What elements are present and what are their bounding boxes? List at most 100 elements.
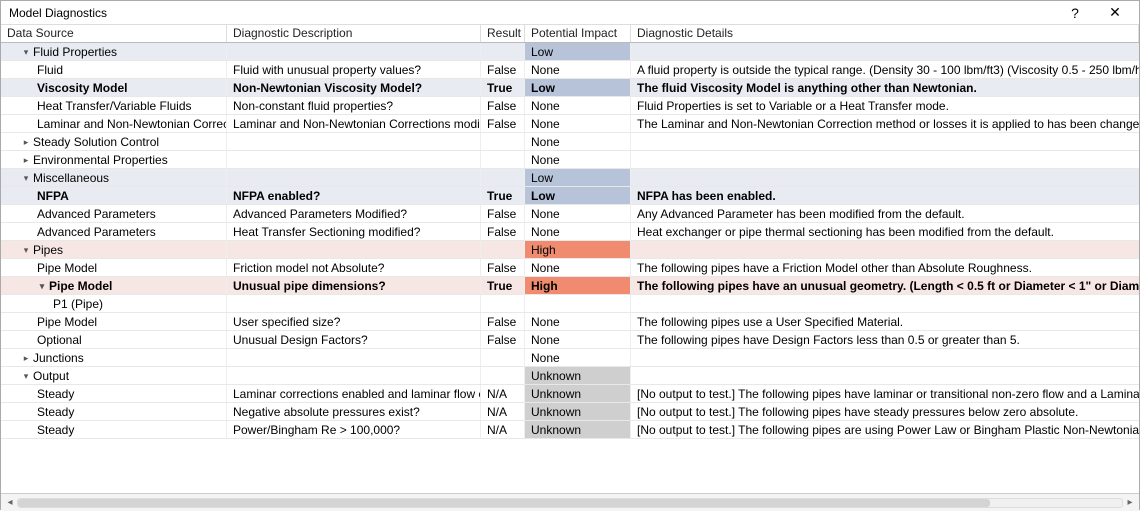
cell-details: Any Advanced Parameter has been modified…: [631, 205, 1139, 222]
table-row[interactable]: ▸Junctions None: [1, 349, 1139, 367]
cell-description: [227, 169, 481, 186]
cell-result: [481, 241, 525, 258]
cell-description: Non-constant fluid properties?: [227, 97, 481, 114]
cell-result: True: [481, 79, 525, 96]
scroll-right-icon[interactable]: ▸: [1123, 497, 1137, 508]
horizontal-scrollbar[interactable]: ◂ ▸: [1, 493, 1139, 511]
cell-source[interactable]: Pipe Model: [1, 313, 227, 330]
chevron-down-icon[interactable]: ▾: [21, 367, 31, 384]
source-label: Advanced Parameters: [37, 205, 156, 222]
cell-details: [631, 151, 1139, 168]
cell-source[interactable]: ▾Pipe Model: [1, 277, 227, 294]
source-label: Optional: [37, 331, 82, 348]
cell-source[interactable]: Advanced Parameters: [1, 205, 227, 222]
table-row[interactable]: ▾Fluid PropertiesLow: [1, 43, 1139, 61]
header-source[interactable]: Data Source: [1, 25, 227, 42]
cell-source[interactable]: Steady: [1, 403, 227, 420]
header-desc[interactable]: Diagnostic Description: [227, 25, 481, 42]
cell-source[interactable]: Viscosity Model: [1, 79, 227, 96]
cell-source[interactable]: P1 (Pipe): [1, 295, 227, 312]
table-row[interactable]: Laminar and Non-Newtonian CorrectionsLam…: [1, 115, 1139, 133]
cell-impact: None: [525, 349, 631, 366]
cell-description: Fluid with unusual property values?: [227, 61, 481, 78]
cell-description: [227, 151, 481, 168]
cell-source[interactable]: Laminar and Non-Newtonian Corrections: [1, 115, 227, 132]
cell-source[interactable]: ▾Miscellaneous: [1, 169, 227, 186]
cell-impact: Low: [525, 187, 631, 204]
table-row[interactable]: Pipe ModelFriction model not Absolute?Fa…: [1, 259, 1139, 277]
table-row[interactable]: ▸Steady Solution ControlNone: [1, 133, 1139, 151]
table-row[interactable]: NFPANFPA enabled?TrueLowNFPA has been en…: [1, 187, 1139, 205]
chevron-down-icon[interactable]: ▾: [21, 169, 31, 186]
table-row[interactable]: ▾MiscellaneousLow: [1, 169, 1139, 187]
source-label: Steady: [37, 421, 74, 438]
table-row[interactable]: Viscosity ModelNon-Newtonian Viscosity M…: [1, 79, 1139, 97]
scroll-thumb[interactable]: [18, 499, 990, 507]
cell-result: N/A: [481, 385, 525, 402]
source-label: Laminar and Non-Newtonian Corrections: [37, 115, 227, 132]
table-row[interactable]: ▾PipesHigh: [1, 241, 1139, 259]
close-icon[interactable]: ✕: [1095, 2, 1135, 24]
header-result[interactable]: Result: [481, 25, 525, 42]
cell-impact: None: [525, 331, 631, 348]
help-icon[interactable]: ?: [1055, 2, 1095, 24]
scroll-track[interactable]: [17, 498, 1123, 508]
table-row[interactable]: SteadyPower/Bingham Re > 100,000?N/AUnkn…: [1, 421, 1139, 439]
table-row[interactable]: Heat Transfer/Variable FluidsNon-constan…: [1, 97, 1139, 115]
table-row[interactable]: Pipe ModelUser specified size?FalseNoneT…: [1, 313, 1139, 331]
table-row[interactable]: SteadyLaminar corrections enabled and la…: [1, 385, 1139, 403]
source-label: Steady Solution Control: [33, 133, 159, 150]
cell-source[interactable]: ▾Output: [1, 367, 227, 384]
cell-impact: None: [525, 205, 631, 222]
table-row[interactable]: P1 (Pipe): [1, 295, 1139, 313]
cell-impact: Unknown: [525, 367, 631, 384]
chevron-right-icon[interactable]: ▸: [21, 151, 31, 168]
cell-source[interactable]: Advanced Parameters: [1, 223, 227, 240]
chevron-right-icon[interactable]: ▸: [21, 133, 31, 150]
scroll-left-icon[interactable]: ◂: [3, 497, 17, 508]
cell-source[interactable]: ▾Fluid Properties: [1, 43, 227, 60]
cell-details: [631, 43, 1139, 60]
source-label: Pipe Model: [37, 313, 97, 330]
table-row[interactable]: SteadyNegative absolute pressures exist?…: [1, 403, 1139, 421]
chevron-down-icon[interactable]: ▾: [21, 43, 31, 60]
cell-source[interactable]: Steady: [1, 421, 227, 438]
cell-impact: [525, 295, 631, 312]
table-row[interactable]: ▸Environmental PropertiesNone: [1, 151, 1139, 169]
grid-body[interactable]: ▾Fluid PropertiesLowFluidFluid with unus…: [1, 43, 1139, 493]
table-row[interactable]: Advanced ParametersAdvanced Parameters M…: [1, 205, 1139, 223]
cell-details: Fluid Properties is set to Variable or a…: [631, 97, 1139, 114]
cell-source[interactable]: ▸Junctions: [1, 349, 227, 366]
header-details[interactable]: Diagnostic Details: [631, 25, 1139, 42]
cell-result: [481, 169, 525, 186]
cell-source[interactable]: Heat Transfer/Variable Fluids: [1, 97, 227, 114]
cell-description: NFPA enabled?: [227, 187, 481, 204]
chevron-down-icon[interactable]: ▾: [37, 277, 47, 294]
cell-source[interactable]: ▸Steady Solution Control: [1, 133, 227, 150]
cell-source[interactable]: NFPA: [1, 187, 227, 204]
table-row[interactable]: OptionalUnusual Design Factors?FalseNone…: [1, 331, 1139, 349]
cell-source[interactable]: Pipe Model: [1, 259, 227, 276]
cell-source[interactable]: ▾Pipes: [1, 241, 227, 258]
cell-source[interactable]: Steady: [1, 385, 227, 402]
table-row[interactable]: ▾Output Unknown: [1, 367, 1139, 385]
cell-result: [481, 151, 525, 168]
cell-source[interactable]: Optional: [1, 331, 227, 348]
cell-details: [631, 295, 1139, 312]
source-label: Pipe Model: [37, 259, 97, 276]
chevron-down-icon[interactable]: ▾: [21, 241, 31, 258]
cell-description: Unusual pipe dimensions?: [227, 277, 481, 294]
table-row[interactable]: FluidFluid with unusual property values?…: [1, 61, 1139, 79]
cell-details: [No output to test.] The following pipes…: [631, 403, 1139, 420]
header-impact[interactable]: Potential Impact: [525, 25, 631, 42]
cell-source[interactable]: ▸Environmental Properties: [1, 151, 227, 168]
cell-source[interactable]: Fluid: [1, 61, 227, 78]
source-label: Pipe Model: [49, 277, 112, 294]
cell-result: False: [481, 313, 525, 330]
table-row[interactable]: Advanced ParametersHeat Transfer Section…: [1, 223, 1139, 241]
table-row[interactable]: ▾Pipe ModelUnusual pipe dimensions?TrueH…: [1, 277, 1139, 295]
chevron-right-icon[interactable]: ▸: [21, 349, 31, 366]
source-label: Environmental Properties: [33, 151, 168, 168]
source-label: Steady: [37, 403, 74, 420]
cell-details: [631, 349, 1139, 366]
